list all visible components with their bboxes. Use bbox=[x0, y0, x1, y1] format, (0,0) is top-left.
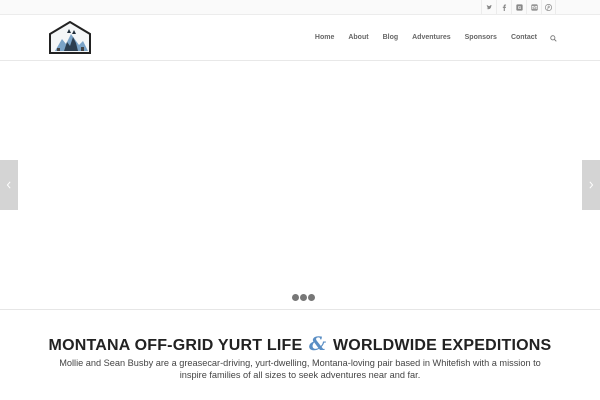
slider-dot[interactable] bbox=[300, 294, 307, 301]
slider-dot[interactable] bbox=[292, 294, 299, 301]
intro-title: MONTANA OFF-GRID YURT LIFE & WORLDWIDE E… bbox=[0, 333, 600, 355]
main-nav: Home About Blog Adventures Sponsors Cont… bbox=[308, 15, 560, 61]
nav-adventures[interactable]: Adventures bbox=[405, 15, 458, 61]
nav-blog[interactable]: Blog bbox=[376, 15, 406, 61]
nav-contact[interactable]: Contact bbox=[504, 15, 544, 61]
slider-prev-button[interactable] bbox=[0, 160, 18, 210]
chevron-left-icon bbox=[6, 181, 11, 189]
twitter-icon[interactable] bbox=[481, 0, 496, 15]
chevron-right-icon bbox=[589, 181, 594, 189]
nav-home[interactable]: Home bbox=[308, 15, 341, 61]
google-plus-icon[interactable]: G bbox=[511, 0, 526, 15]
slider-next-button[interactable] bbox=[582, 160, 600, 210]
slider-dot[interactable] bbox=[308, 294, 315, 301]
pinterest-icon[interactable] bbox=[541, 0, 556, 15]
title-left: MONTANA OFF-GRID YURT LIFE bbox=[48, 337, 303, 354]
title-ampersand: & bbox=[308, 333, 327, 355]
social-links: G bbox=[481, 0, 556, 15]
slider-dots bbox=[292, 294, 315, 301]
search-icon[interactable] bbox=[546, 15, 560, 61]
site-logo[interactable] bbox=[48, 20, 92, 54]
title-right: WORLDWIDE EXPEDITIONS bbox=[333, 337, 552, 354]
hero-slider bbox=[0, 61, 600, 310]
email-icon[interactable] bbox=[526, 0, 541, 15]
intro-section: MONTANA OFF-GRID YURT LIFE & WORLDWIDE E… bbox=[0, 311, 600, 400]
intro-description: Mollie and Sean Busby are a greasecar-dr… bbox=[59, 358, 541, 380]
nav-about[interactable]: About bbox=[341, 15, 375, 61]
svg-text:G: G bbox=[517, 5, 520, 10]
site-header: Home About Blog Adventures Sponsors Cont… bbox=[0, 15, 600, 61]
nav-sponsors[interactable]: Sponsors bbox=[458, 15, 504, 61]
top-bar: G bbox=[0, 0, 600, 15]
facebook-icon[interactable] bbox=[496, 0, 511, 15]
